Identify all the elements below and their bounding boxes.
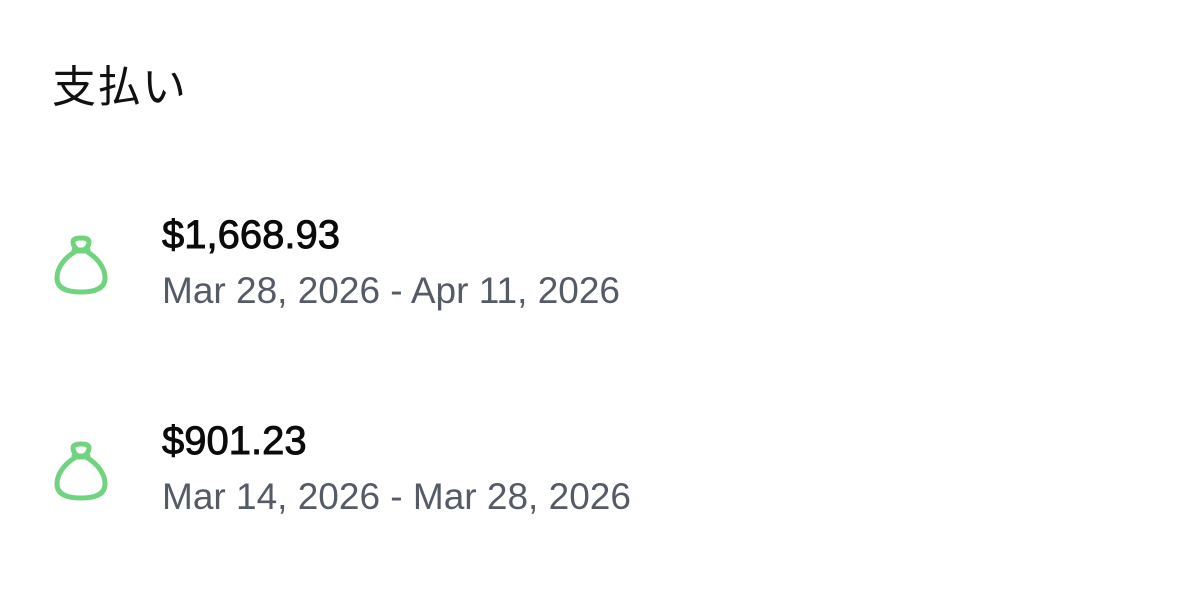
payout-item[interactable]: $901.23 Mar 14, 2026 - Mar 28, 2026 [0, 414, 1200, 534]
money-bag-icon [52, 440, 110, 502]
money-bag-icon [52, 234, 110, 296]
payout-amount: $1,668.93 [162, 213, 341, 258]
payout-item[interactable]: $1,668.93 Mar 28, 2026 - Apr 11, 2026 [0, 208, 1200, 328]
payout-date-range: Mar 28, 2026 - Apr 11, 2026 [162, 270, 621, 311]
payout-list: $1,668.93 Mar 28, 2026 - Apr 11, 2026 $9… [0, 0, 1200, 609]
payout-date-range: Mar 14, 2026 - Mar 28, 2026 [162, 476, 631, 517]
payout-amount: $901.23 [162, 419, 307, 464]
